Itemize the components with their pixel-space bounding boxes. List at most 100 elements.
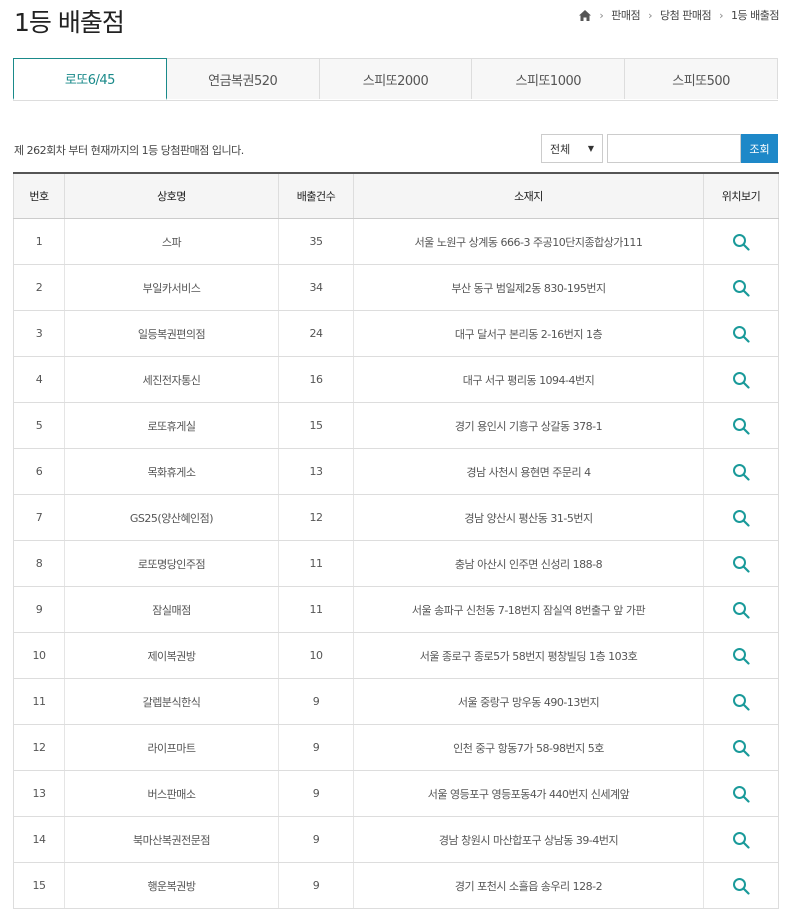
cell-number: 5	[13, 402, 65, 449]
cell-win-count: 35	[278, 218, 354, 265]
breadcrumb-item[interactable]: 당첨 판매점	[660, 7, 712, 23]
table-row: 1 스파 35 서울 노원구 상계동 666-3 주공10단지종합상가111	[13, 218, 779, 265]
chevron-right-icon: ›	[599, 8, 604, 22]
cell-store-name: 부일카서비스	[64, 264, 279, 311]
table-row: 7 GS25(양산혜인점) 12 경남 양산시 평산동 31-5번지	[13, 494, 779, 541]
cell-address: 대구 서구 평리동 1094-4번지	[353, 356, 704, 403]
region-select-value: 전체	[550, 142, 571, 156]
home-icon[interactable]	[579, 9, 592, 21]
cell-address: 서울 중랑구 망우동 490-13번지	[353, 678, 704, 725]
search-magnifier-icon[interactable]	[732, 463, 750, 481]
cell-win-count: 9	[278, 678, 354, 725]
cell-win-count: 9	[278, 862, 354, 909]
cell-win-count: 15	[278, 402, 354, 449]
breadcrumb-item-current: 1등 배출점	[731, 9, 779, 22]
cell-location	[703, 586, 779, 633]
cell-number: 6	[13, 448, 65, 495]
header-store-name: 상호명	[64, 173, 279, 219]
cell-address: 서울 영등포구 영등포동4가 440번지 신세계앞	[353, 770, 704, 817]
tab-lotto645[interactable]: 로또6/45	[13, 58, 167, 100]
cell-win-count: 10	[278, 632, 354, 679]
cell-store-name: 로또휴게실	[64, 402, 279, 449]
tab-pension520[interactable]: 연금복권520	[165, 58, 320, 99]
cell-store-name: 로또명당인주점	[64, 540, 279, 587]
cell-location	[703, 724, 779, 771]
search-magnifier-icon[interactable]	[732, 509, 750, 527]
cell-win-count: 9	[278, 724, 354, 771]
search-input[interactable]	[607, 134, 741, 163]
cell-location	[703, 310, 779, 357]
breadcrumb: › 판매점 › 당첨 판매점 › 1등 배출점	[579, 7, 779, 23]
page-title: 1등 배출점	[14, 8, 125, 37]
tab-speetto1000[interactable]: 스피또1000	[471, 58, 626, 99]
cell-number: 12	[13, 724, 65, 771]
cell-number: 4	[13, 356, 65, 403]
cell-address: 서울 종로구 종로5가 58번지 평창빌딩 1층 103호	[353, 632, 704, 679]
cell-number: 15	[13, 862, 65, 909]
tab-speetto500[interactable]: 스피또500	[624, 58, 778, 99]
cell-store-name: 세진전자통신	[64, 356, 279, 403]
table-header-row: 번호 상호명 배출건수 소재지 위치보기	[13, 173, 779, 219]
cell-location	[703, 632, 779, 679]
cell-address: 대구 달서구 본리동 2-16번지 1층	[353, 310, 704, 357]
header-win-count: 배출건수	[278, 173, 354, 219]
search-magnifier-icon[interactable]	[732, 417, 750, 435]
cell-store-name: 제이복권방	[64, 632, 279, 679]
search-magnifier-icon[interactable]	[732, 647, 750, 665]
search-magnifier-icon[interactable]	[732, 693, 750, 711]
table-row: 11 갈렙분식한식 9 서울 중랑구 망우동 490-13번지	[13, 678, 779, 725]
table-row: 10 제이복권방 10 서울 종로구 종로5가 58번지 평창빌딩 1층 103호	[13, 632, 779, 679]
cell-number: 13	[13, 770, 65, 817]
cell-win-count: 12	[278, 494, 354, 541]
cell-win-count: 13	[278, 448, 354, 495]
cell-address: 인천 중구 항동7가 58-98번지 5호	[353, 724, 704, 771]
cell-store-name: 갈렙분식한식	[64, 678, 279, 725]
search-magnifier-icon[interactable]	[732, 785, 750, 803]
cell-number: 11	[13, 678, 65, 725]
search-magnifier-icon[interactable]	[732, 279, 750, 297]
search-magnifier-icon[interactable]	[732, 233, 750, 251]
cell-number: 8	[13, 540, 65, 587]
cell-win-count: 11	[278, 540, 354, 587]
search-magnifier-icon[interactable]	[732, 555, 750, 573]
region-select[interactable]: 전체 ▼	[541, 134, 603, 163]
winning-stores-table: 번호 상호명 배출건수 소재지 위치보기 1 스파 35 서울 노원구 상계동 666…	[13, 172, 779, 909]
cell-number: 10	[13, 632, 65, 679]
cell-address: 경기 용인시 기흥구 상갈동 378-1	[353, 402, 704, 449]
cell-address: 경남 창원시 마산합포구 상남동 39-4번지	[353, 816, 704, 863]
cell-win-count: 34	[278, 264, 354, 311]
cell-number: 14	[13, 816, 65, 863]
search-magnifier-icon[interactable]	[732, 325, 750, 343]
chevron-right-icon: ›	[648, 8, 652, 22]
cell-number: 2	[13, 264, 65, 311]
tab-speetto2000[interactable]: 스피또2000	[318, 58, 473, 99]
table-row: 9 잠실매점 11 서울 송파구 신천동 7-18번지 잠실역 8번출구 앞 가판	[13, 586, 779, 633]
chevron-right-icon: ›	[719, 8, 724, 22]
cell-location	[703, 356, 779, 403]
search-magnifier-icon[interactable]	[732, 371, 750, 389]
table-body: 1 스파 35 서울 노원구 상계동 666-3 주공10단지종합상가111 2 부일카서…	[13, 218, 779, 909]
search-magnifier-icon[interactable]	[732, 877, 750, 895]
info-text: 제 262회차 부터 현재까지의 1등 당첨판매점 입니다.	[14, 144, 244, 157]
cell-store-name: 라이프마트	[64, 724, 279, 771]
breadcrumb-item[interactable]: 판매점	[611, 7, 640, 23]
table-row: 8 로또명당인주점 11 충남 아산시 인주면 신성리 188-8	[13, 540, 779, 587]
cell-location	[703, 770, 779, 817]
cell-number: 3	[13, 310, 65, 357]
header-number: 번호	[13, 173, 65, 219]
search-bar: 전체 ▼ 조회	[541, 134, 778, 163]
cell-location	[703, 540, 779, 587]
cell-address: 부산 동구 범일제2동 830-195번지	[353, 264, 704, 311]
search-magnifier-icon[interactable]	[732, 739, 750, 757]
cell-address: 서울 노원구 상계동 666-3 주공10단지종합상가111	[353, 218, 704, 265]
search-button[interactable]: 조회	[741, 134, 778, 163]
cell-win-count: 9	[278, 816, 354, 863]
table-row: 6 목화휴게소 13 경남 사천시 용현면 주문리 4	[13, 448, 779, 495]
dropdown-caret-icon: ▼	[587, 144, 594, 153]
cell-number: 1	[13, 218, 65, 265]
cell-address: 경남 사천시 용현면 주문리 4	[353, 448, 704, 495]
search-magnifier-icon[interactable]	[732, 601, 750, 619]
search-magnifier-icon[interactable]	[732, 831, 750, 849]
cell-location	[703, 448, 779, 495]
header-address: 소재지	[353, 173, 704, 219]
